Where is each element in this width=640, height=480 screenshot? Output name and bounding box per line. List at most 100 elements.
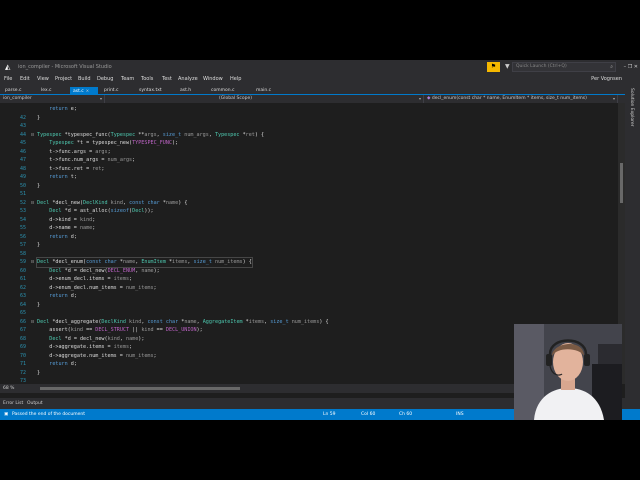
tab-label: ast.c [73,89,84,94]
code-line[interactable]: Decl *d = decl_new(kind, name); [37,335,144,344]
line-number: 71 [19,361,26,367]
line-number: 61 [19,276,26,282]
status-icon: ▣ [4,412,9,417]
tab-lex-c[interactable]: lex.c [38,87,67,95]
code-line[interactable]: return e; [37,105,77,114]
project-name: ion_compiler [3,96,32,101]
menu-item-tools[interactable]: Tools [141,75,153,83]
code-line[interactable]: d->kind = kind; [37,216,95,225]
tab-label: main.c [256,88,272,93]
window-controls[interactable]: – ❐ ✕ [624,63,638,71]
menu-item-edit[interactable]: Edit [20,75,30,83]
code-line[interactable]: Typespec *t = typespec_new(TYPESPEC_FUNC… [37,139,178,148]
code-line[interactable]: d->enum_decl.num_items = num_items; [37,284,156,293]
code-line[interactable]: return d; [37,360,77,369]
chevron-down-icon: ▾ [418,96,421,101]
tab-print-c[interactable]: print.c [101,87,133,95]
code-line[interactable]: assert(kind == DECL_STRUCT || kind == DE… [37,326,202,335]
tab-ast-h[interactable]: ast.h [177,87,205,95]
document-tabs: parse.c lex.c ast.c × print.c syntax.txt ast.h… [0,86,625,95]
search-icon[interactable]: ⌕ [610,63,613,71]
tab-error-list[interactable]: Error List [3,400,23,408]
tab-output[interactable]: Output [27,400,43,408]
menu-bar: Per Vognsen File Edit View Project Build Debu… [0,74,640,84]
code-line[interactable]: d->enum_decl.items = items; [37,275,132,284]
line-number: 68 [19,335,26,342]
signed-in-user[interactable]: Per Vognsen [591,75,622,83]
code-line[interactable]: } [37,369,40,378]
close-icon[interactable]: × [86,88,89,93]
code-line[interactable]: d->aggregate.items = items; [37,343,132,352]
code-line[interactable]: t->func.ret = ret; [37,165,104,174]
tab-ast-c[interactable]: ast.c × [70,87,98,95]
quick-launch-input[interactable]: Quick Launch (Ctrl+Q) ⌕ [512,62,616,72]
line-number: 64 [19,301,26,308]
project-dropdown[interactable]: ion_compiler ▾ [0,95,105,103]
scope-name: (Global Scope) [219,96,253,101]
code-line[interactable]: } [37,241,40,250]
tab-main-c[interactable]: main.c [253,87,283,95]
menu-item-debug[interactable]: Debug [97,75,113,83]
code-line[interactable]: d->name = name; [37,224,95,233]
code-line[interactable]: } [37,301,40,310]
tab-syntax-txt[interactable]: syntax.txt [136,87,174,95]
zoom-level[interactable]: 68 % [3,384,14,393]
code-line[interactable]: t->func.num_args = num_args; [37,156,135,165]
line-number: 57 [19,242,26,248]
tab-common-c[interactable]: common.c [208,87,250,95]
menu-item-file[interactable]: File [4,75,12,83]
code-line[interactable]: } [37,182,40,191]
notifications-button[interactable]: ⚑ [487,62,500,72]
line-number: 58 [19,250,26,257]
code-line[interactable]: Decl *decl_new(DeclKind kind, const char… [37,199,187,208]
fold-toggle-icon[interactable]: ⊟ [31,318,34,327]
function-dropdown[interactable]: ◆ decl_enum(const char * name, EnumItem … [424,95,618,103]
code-line[interactable]: Typespec *typespec_func(Typespec **args,… [37,131,264,140]
menu-item-build[interactable]: Build [78,75,91,83]
function-icon: ◆ [427,96,431,101]
line-number: 50 [19,182,26,189]
code-line[interactable]: Decl *d = ast_alloc(sizeof(Decl)); [37,207,153,216]
code-line[interactable]: Decl *d = decl_new(DECL_ENUM, name); [37,267,159,276]
filter-icon[interactable]: ▼ [505,63,510,71]
line-number: 44 [19,131,26,138]
code-line[interactable]: d->aggregate.num_items = num_items; [37,352,156,361]
solution-explorer-tab[interactable]: Solution Explorer [629,88,634,127]
code-line[interactable]: Decl *decl_aggregate(DeclKind kind, cons… [37,318,329,327]
menu-item-analyze[interactable]: Analyze [178,75,198,83]
tab-label: print.c [104,88,119,93]
scope-dropdown[interactable]: (Global Scope) ▾ [216,95,424,103]
menu-item-window[interactable]: Window [203,75,223,83]
notification-flag-icon: ⚑ [490,63,497,70]
code-line[interactable]: Decl *decl_enum(const char *name, EnumIt… [36,257,253,268]
fold-toggle-icon[interactable]: ⊟ [31,258,34,267]
visual-studio-logo-icon: ◭ [5,63,11,71]
tab-label: parse.c [5,88,22,93]
code-line[interactable]: return d; [37,233,77,242]
tab-parse-c[interactable]: parse.c [2,87,35,95]
tab-label: ast.h [180,88,192,93]
horizontal-scrollbar[interactable] [40,387,240,390]
menu-item-test[interactable]: Test [162,75,172,83]
line-number: 72 [19,369,26,376]
solution-explorer-panel[interactable]: Solution Explorer [625,74,640,420]
fold-toggle-icon[interactable]: ⊟ [31,199,34,208]
code-line[interactable]: return t; [37,173,77,182]
letterbox-top [0,0,640,60]
code-line[interactable]: return d; [37,292,77,301]
menu-item-team[interactable]: Team [121,75,134,83]
line-number: 73 [19,378,26,384]
fold-toggle-icon[interactable]: ⊟ [31,131,34,140]
line-number: 65 [19,310,26,316]
status-message: Passed the end of the document [12,412,86,417]
code-line[interactable]: } [37,114,40,123]
menu-item-view[interactable]: View [37,75,49,83]
menu-item-project[interactable]: Project [55,75,72,83]
scrollbar-thumb[interactable] [620,163,623,203]
menu-item-help[interactable]: Help [230,75,241,83]
line-number: 53 [19,208,26,214]
line-number: 55 [19,225,26,231]
code-line[interactable]: t->func.args = args; [37,148,110,157]
function-name: decl_enum(const char * name, EnumItem * … [431,96,587,101]
chevron-down-icon: ▾ [99,96,102,101]
